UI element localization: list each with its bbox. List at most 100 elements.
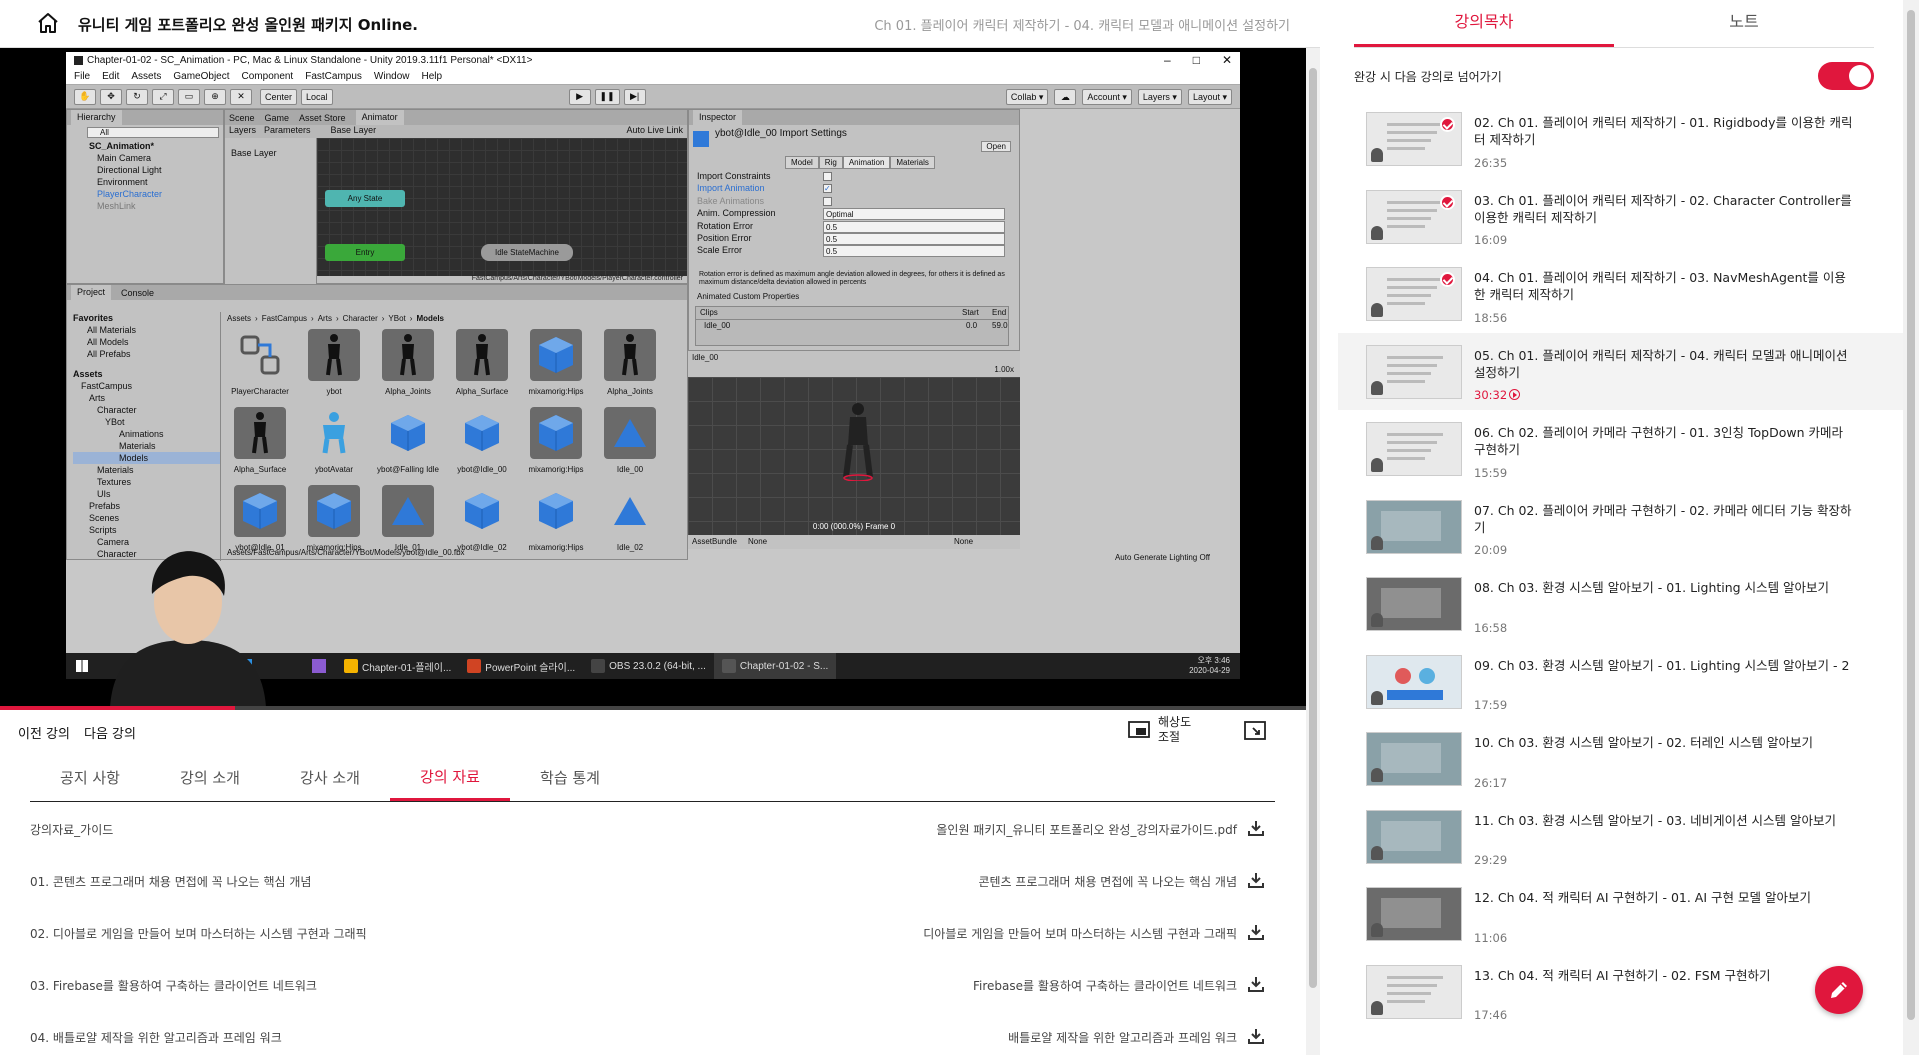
main-scrollbar-thumb[interactable] (1309, 68, 1317, 988)
sidebar-scrollbar-thumb[interactable] (1907, 10, 1915, 1020)
content-tab[interactable]: 학습 통계 (510, 754, 630, 801)
video-progress-bar[interactable] (0, 706, 1306, 710)
asset-item: mixamorig:Hips (303, 485, 365, 557)
hierarchy-item: MeshLink (97, 201, 136, 211)
unity-window-title: Chapter-01-02 - SC_Animation - PC, Mac &… (87, 55, 533, 66)
clip-start: 0.0 (966, 321, 978, 330)
rotate-tool-icon: ↻ (126, 88, 148, 105)
fullscreen-icon[interactable] (1244, 721, 1266, 741)
controller-icon (234, 329, 286, 381)
any-state-node: Any State (325, 190, 405, 207)
material-row: 02. 디아블로 게임을 만들어 보며 마스터하는 시스템 구현과 그래픽 디아블… (30, 907, 1275, 959)
lecture-item[interactable]: 10. Ch 03. 환경 시스템 알아보기 - 02. 터레인 시스템 알아보… (1338, 720, 1903, 798)
instructor-avatar-icon (1371, 148, 1383, 162)
breadcrumb-separator: › (311, 314, 314, 323)
cube-icon (234, 485, 286, 537)
material-file-name: 콘텐츠 프로그래머 채용 면접에 꼭 나오는 핵심 개념 (978, 875, 1237, 889)
material-title: 02. 디아블로 게임을 만들어 보며 마스터하는 시스템 구현과 그래픽 (30, 927, 367, 941)
lecture-title: 06. Ch 02. 플레이어 카메라 구현하기 - 01. 3인칭 TopDo… (1474, 425, 1843, 457)
slide-line (1387, 355, 1443, 359)
completed-check-icon (1440, 117, 1455, 132)
import-setting-label: Bake Animations (697, 195, 765, 206)
lecture-item[interactable]: 07. Ch 02. 플레이어 카메라 구현하기 - 02. 카메라 에디터 기… (1338, 488, 1903, 566)
lecture-item[interactable]: 06. Ch 02. 플레이어 카메라 구현하기 - 01. 3인칭 TopDo… (1338, 410, 1903, 488)
resolution-button[interactable]: 해상도 조절 (1128, 715, 1191, 745)
assetbundle-row: AssetBundle None None (688, 535, 1020, 549)
content-tab[interactable]: 강의 소개 (150, 754, 270, 801)
lecture-thumbnail (1366, 267, 1462, 321)
transform-tool-icon: ⊕ (204, 88, 226, 105)
material-download-link[interactable]: 배틀로얄 제작을 위한 알고리즘과 프레임 워크 (1008, 1027, 1265, 1048)
breadcrumb-item: Character (342, 314, 378, 323)
asset-label: Alpha_Joints (385, 387, 431, 396)
app-icon (344, 659, 358, 673)
taskbar-item-label: OBS 23.0.2 (64-bit, ... (609, 660, 706, 672)
scene-block (1381, 743, 1441, 773)
prev-lecture-button[interactable]: 이전 강의 (18, 723, 70, 742)
taskbar-item-label: Chapter-01-플레이... (362, 662, 452, 674)
lecture-item[interactable]: 04. Ch 01. 플레이어 캐릭터 제작하기 - 03. NavMeshAg… (1338, 255, 1903, 333)
pivot-center-toggle: Center (260, 88, 298, 105)
material-download-link[interactable]: Firebase를 활용하여 구축하는 클라이언트 네트워크 (973, 975, 1265, 996)
lecture-item[interactable]: 11. Ch 03. 환경 시스템 알아보기 - 03. 네비게이션 시스템 알… (1338, 798, 1903, 876)
lecture-item[interactable]: 02. Ch 01. 플레이어 캐릭터 제작하기 - 01. Rigidbody… (1338, 100, 1903, 178)
video-control-bar: 이전 강의 다음 강의 해상도 조절 (0, 711, 1306, 755)
content-tab[interactable]: 공지 사항 (30, 754, 150, 801)
slide-line (1387, 457, 1425, 460)
lecture-item[interactable]: 08. Ch 03. 환경 시스템 알아보기 - 01. Lighting 시스… (1338, 565, 1903, 643)
material-row: 강의자료_가이드 올인원 패키지_유니티 포트폴리오 완성_강의자료가이드.pdf (30, 803, 1275, 855)
content-tab[interactable]: 강의 자료 (390, 754, 510, 801)
lecture-item[interactable]: 03. Ch 01. 플레이어 캐릭터 제작하기 - 02. Character… (1338, 178, 1903, 256)
lecture-title: 05. Ch 01. 플레이어 캐릭터 제작하기 - 04. 캐릭터 모델과 애… (1474, 347, 1848, 380)
auto-next-toggle[interactable] (1818, 62, 1874, 90)
tab-notes[interactable]: 노트 (1614, 0, 1874, 47)
scene-block (1381, 898, 1441, 928)
material-download-link[interactable]: 콘텐츠 프로그래머 채용 면접에 꼭 나오는 핵심 개념 (978, 871, 1265, 892)
breadcrumb-separator: › (409, 314, 413, 323)
asset-label: ybot@Idle_00 (457, 465, 507, 474)
lecture-thumbnail (1366, 422, 1462, 476)
download-icon[interactable] (1247, 923, 1265, 944)
scene-block (1381, 820, 1441, 851)
tab-curriculum[interactable]: 강의목차 (1354, 0, 1614, 47)
cube-icon (308, 485, 360, 537)
write-note-button[interactable] (1815, 966, 1863, 1014)
lecture-item[interactable]: 12. Ch 04. 적 캐릭터 AI 구현하기 - 01. AI 구현 모델 … (1338, 875, 1903, 953)
material-download-link[interactable]: 올인원 패키지_유니티 포트폴리오 완성_강의자료가이드.pdf (936, 819, 1265, 840)
lecture-item[interactable]: 09. Ch 03. 환경 시스템 알아보기 - 01. Lighting 시스… (1338, 643, 1903, 721)
app-icon (721, 659, 736, 673)
import-setting-checkbox (823, 172, 832, 181)
assets-tree-item: UIs (97, 489, 111, 499)
video-player[interactable]: Chapter-01-02 - SC_Animation - PC, Mac &… (0, 48, 1306, 710)
next-lecture-button[interactable]: 다음 강의 (84, 723, 136, 742)
breadcrumb-separator: › (381, 314, 385, 323)
instructor-webcam (110, 551, 266, 707)
sub-state-machine-node: Idle StateMachine (481, 244, 573, 261)
material-row: 01. 콘텐츠 프로그래머 채용 면접에 꼭 나오는 핵심 개념 콘텐츠 프로그래… (30, 855, 1275, 907)
clips-header: Clips (700, 308, 718, 317)
lecture-title: 03. Ch 01. 플레이어 캐릭터 제작하기 - 02. Character… (1474, 192, 1852, 225)
download-icon[interactable] (1247, 975, 1265, 996)
lighting-status: Auto Generate Lighting Off (1114, 553, 1210, 562)
animator-parameters-tab: Parameters (264, 125, 311, 135)
download-icon[interactable] (1247, 1027, 1265, 1048)
lecture-thumbnail (1366, 499, 1462, 554)
main-scrollbar[interactable] (1306, 48, 1320, 1055)
lecture-duration: 11:06 (1474, 931, 1507, 945)
asset-label: Alpha_Surface (233, 465, 287, 474)
import-tab: Materials (890, 156, 935, 169)
material-download-link[interactable]: 디아블로 게임을 만들어 보며 마스터하는 시스템 구현과 그래픽 (923, 923, 1265, 944)
material-row: 03. Firebase를 활용하여 구축하는 클라이언트 네트워크 Fireba… (30, 959, 1275, 1011)
download-icon[interactable] (1247, 819, 1265, 840)
lecture-title: 13. Ch 04. 적 캐릭터 AI 구현하기 - 02. FSM 구현하기 (1474, 967, 1771, 983)
download-icon[interactable] (1247, 871, 1265, 892)
lecture-item[interactable]: 05. Ch 01. 플레이어 캐릭터 제작하기 - 04. 캐릭터 모델과 애… (1338, 332, 1903, 410)
slide-line (1387, 379, 1425, 383)
home-icon[interactable] (36, 11, 60, 35)
content-tab[interactable]: 강사 소개 (270, 754, 390, 801)
clock-date: 2020-04-29 (1189, 666, 1230, 675)
breadcrumb-separator: › (255, 314, 258, 323)
sidebar-scrollbar[interactable] (1903, 0, 1919, 1055)
windows-start-icon (76, 660, 88, 672)
